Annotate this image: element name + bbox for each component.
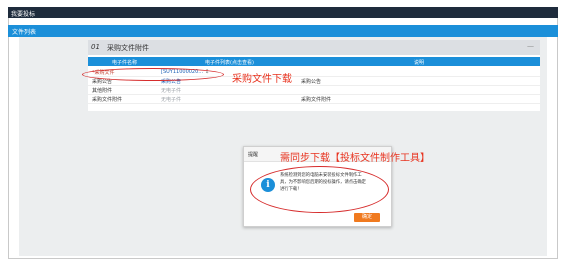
table-row: 其他附件 无电子件 bbox=[88, 86, 540, 95]
file-empty: 无电子件 bbox=[161, 88, 182, 94]
row-name: 采购文件附件 bbox=[92, 97, 123, 103]
column-header-note: 说明 bbox=[414, 60, 425, 66]
table-row: 采购文件附件 无电子件 采购文件附件 bbox=[88, 95, 540, 104]
info-icon: i bbox=[261, 178, 275, 192]
file-list-title: 文件列表 bbox=[12, 29, 37, 36]
table-header: 电子件名称 电子件列表(点击查看) 说明 bbox=[88, 57, 540, 66]
message-line: 具，为不影响您后期的投标操作，请点击确定 bbox=[280, 180, 366, 185]
file-empty: 无电子件 bbox=[161, 97, 182, 103]
panel-header[interactable]: 01 采购文件附件 — bbox=[88, 40, 540, 55]
panel-title: 采购文件附件 bbox=[107, 44, 149, 52]
column-header-name: 电子件名称 bbox=[112, 60, 138, 66]
row-note: 采购公告 bbox=[301, 79, 322, 85]
panel-number: 01 bbox=[91, 43, 100, 51]
ok-button[interactable]: 确定 bbox=[354, 213, 380, 222]
window-titlebar: 我要投标 bbox=[8, 7, 558, 18]
annotation-tool: 需同步下载【投标文件制作工具】 bbox=[280, 153, 430, 164]
collapse-button[interactable]: — bbox=[527, 42, 534, 50]
message-line: 系统检测到您的电脑未安装投标文件制作工 bbox=[280, 173, 362, 178]
row-note: 采购文件附件 bbox=[301, 97, 332, 103]
message-line: 进行下载！ bbox=[280, 187, 302, 192]
annotation-download: 采购文件下载 bbox=[232, 74, 292, 85]
highlight-oval-download bbox=[82, 68, 224, 81]
row-name: 其他附件 bbox=[92, 88, 113, 94]
column-header-files: 电子件列表(点击查看) bbox=[205, 60, 254, 66]
dialog-message: 系统检测到您的电脑未安装投标文件制作工 具，为不影响您后期的投标操作，请点击确定… bbox=[280, 172, 382, 193]
window-title: 我要投标 bbox=[11, 11, 36, 18]
file-list-bar: 文件列表 bbox=[8, 25, 558, 37]
dialog-title: 提醒 bbox=[248, 152, 259, 158]
